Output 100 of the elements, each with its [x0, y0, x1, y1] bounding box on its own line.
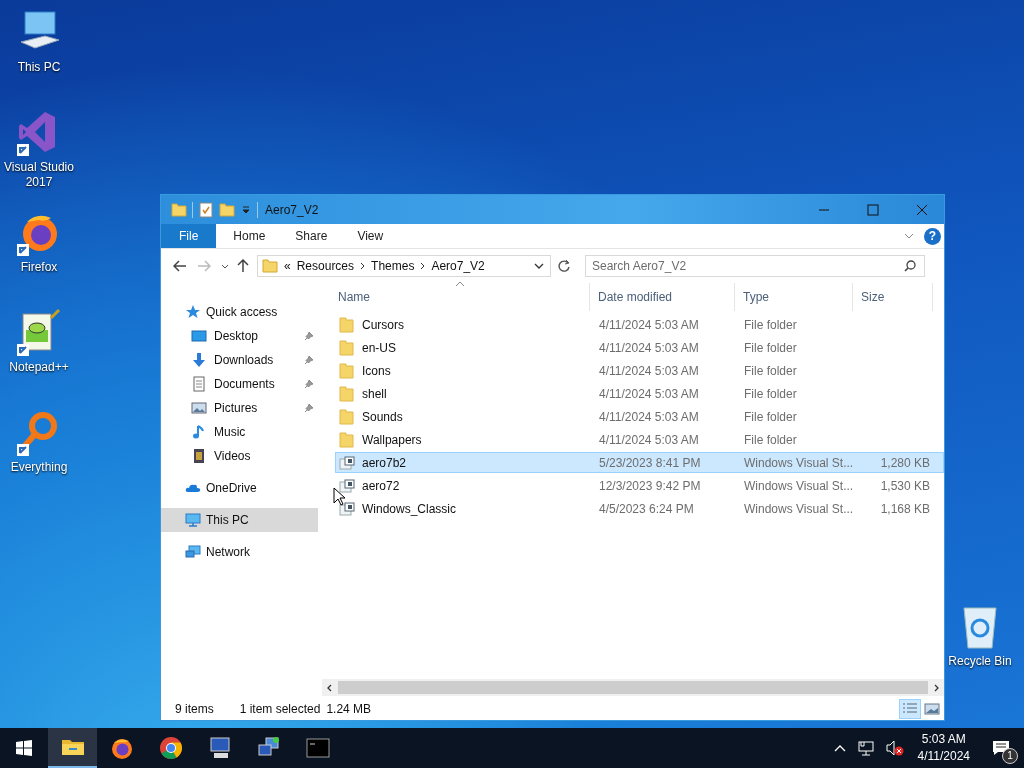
- ribbon-tab[interactable]: View: [342, 224, 399, 248]
- windows-logo-icon: [16, 740, 32, 756]
- size-cell-text: 1,280 KB: [879, 455, 931, 470]
- chevron-down-icon[interactable]: [221, 263, 229, 269]
- column-header[interactable]: Type: [735, 283, 853, 311]
- dropdown-arrow-icon[interactable]: [242, 205, 250, 214]
- folder-icon: [339, 431, 355, 448]
- nav-item[interactable]: Desktop: [161, 324, 318, 348]
- clock[interactable]: 5:03 AM 4/11/2024: [909, 728, 978, 768]
- folder-icon: [219, 201, 235, 218]
- breadcrumb[interactable]: Aero7_V2: [431, 259, 485, 273]
- music-note-icon: [191, 424, 207, 440]
- search-icon: [904, 260, 916, 272]
- back-arrow-icon[interactable]: [173, 260, 187, 272]
- maximize-icon[interactable]: [867, 203, 879, 216]
- column-header[interactable]: Size: [853, 283, 933, 311]
- file-row[interactable]: Icons 4/11/2024 5:03 AM File folder: [335, 360, 944, 381]
- document-icon: [191, 376, 207, 392]
- selection-info: 1 item selected: [239, 702, 321, 716]
- window-title: Aero7_V2: [265, 202, 319, 217]
- size-cell-text: 1,168 KB: [879, 501, 931, 516]
- nav-item[interactable]: Network: [161, 540, 318, 564]
- ribbon-tab[interactable]: Home: [218, 224, 281, 248]
- breadcrumb[interactable]: Resources: [296, 259, 355, 273]
- folder-icon: [262, 258, 278, 274]
- chevron-right-icon[interactable]: [360, 262, 366, 270]
- file-name: shell: [362, 386, 387, 401]
- file-row[interactable]: shell 4/11/2024 5:03 AM File folder: [335, 383, 944, 404]
- nav-item[interactable]: This PC: [161, 508, 318, 532]
- file-name: Cursors: [362, 317, 404, 332]
- muted-speaker-icon[interactable]: [885, 740, 904, 756]
- type-cell-text: File folder: [743, 386, 798, 401]
- fox-globe-icon: [109, 736, 134, 760]
- search-field[interactable]: Search Aero7_V2: [585, 255, 925, 277]
- network-icon[interactable]: [857, 740, 874, 756]
- desktop-shortcut[interactable]: Everything: [0, 402, 78, 502]
- ribbon-tab[interactable]: Share: [280, 224, 343, 248]
- scroll-left-icon[interactable]: [326, 683, 332, 692]
- file-row[interactable]: Cursors 4/11/2024 5:03 AM File folder: [335, 314, 944, 335]
- desktop-shortcut[interactable]: Firefox: [0, 202, 78, 302]
- desktop-shortcut[interactable]: Visual Studio 2017: [0, 102, 78, 202]
- file-row[interactable]: Windows_Classic 4/5/2023 6:24 PM Windows Visual St... 1,168 KB: [335, 498, 944, 519]
- size-cell-text: 1,530 KB: [879, 478, 931, 493]
- date-cell-text: 4/11/2024 5:03 AM: [598, 409, 700, 424]
- column-header[interactable]: Date modified: [590, 283, 735, 311]
- desktop-shortcut[interactable]: Recycle Bin: [946, 596, 1014, 672]
- type-cell-text: Windows Visual St...: [743, 501, 855, 516]
- file-tab[interactable]: File: [161, 224, 217, 248]
- desktop-shortcut[interactable]: Notepad++: [0, 302, 78, 402]
- refresh-icon[interactable]: [557, 259, 571, 273]
- chevron-down-icon[interactable]: [534, 263, 544, 269]
- breadcrumb[interactable]: Themes: [371, 259, 415, 273]
- date-cell-text: 4/11/2024 5:03 AM: [598, 363, 700, 378]
- clock-date: 4/11/2024: [917, 748, 970, 765]
- nav-item[interactable]: Pictures: [161, 396, 318, 420]
- properties-checkmark-icon: [198, 201, 214, 218]
- up-arrow-icon[interactable]: [237, 259, 249, 273]
- item-count: 9 items: [175, 702, 214, 716]
- taskbar-app-button[interactable]: [48, 728, 97, 768]
- column-header[interactable]: Name: [330, 283, 590, 311]
- date-cell-text: 4/11/2024 5:03 AM: [598, 432, 700, 447]
- file-row[interactable]: aero7b2 5/23/2023 8:41 PM Windows Visual St... 1,280 KB: [335, 452, 944, 473]
- notification-badge: 1: [1002, 748, 1018, 764]
- chevron-up-icon[interactable]: [833, 744, 846, 752]
- clock-time: 5:03 AM: [921, 731, 966, 748]
- date-cell-text: 4/11/2024 5:03 AM: [598, 317, 700, 332]
- file-name: Icons: [362, 363, 391, 378]
- theme-file-icon: [339, 454, 355, 471]
- file-row[interactable]: aero72 12/3/2023 9:42 PM Windows Visual St... 1,530 KB: [335, 475, 944, 496]
- help-button[interactable]: ?: [924, 227, 941, 245]
- film-icon: [191, 448, 207, 464]
- computer-icon: [207, 736, 232, 760]
- horizontal-scrollbar[interactable]: [322, 679, 944, 696]
- nav-item[interactable]: Videos: [161, 444, 318, 468]
- date-cell-text: 4/5/2023 6:24 PM: [598, 501, 695, 516]
- nav-item[interactable]: Downloads: [161, 348, 318, 372]
- folder-icon: [339, 316, 355, 333]
- file-name: aero72: [362, 478, 400, 493]
- close-icon[interactable]: [916, 203, 928, 216]
- chevron-right-icon[interactable]: [420, 262, 426, 270]
- file-row[interactable]: Sounds 4/11/2024 5:03 AM File folder: [335, 406, 944, 427]
- folder-icon: [339, 408, 355, 425]
- nav-item[interactable]: OneDrive: [161, 476, 318, 500]
- scroll-right-icon[interactable]: [934, 683, 940, 692]
- breadcrumb-overflow[interactable]: «: [284, 259, 291, 273]
- nav-item[interactable]: Music: [161, 420, 318, 444]
- file-row[interactable]: en-US 4/11/2024 5:03 AM File folder: [335, 337, 944, 358]
- date-cell-text: 5/23/2023 8:41 PM: [598, 455, 702, 470]
- nav-item[interactable]: Documents: [161, 372, 318, 396]
- file-name: Sounds: [362, 409, 403, 424]
- address-bar[interactable]: « Resources Themes Aero7_V2: [257, 255, 551, 277]
- file-row[interactable]: Wallpapers 4/11/2024 5:03 AM File folder: [335, 429, 944, 450]
- file-name: aero7b2: [362, 455, 407, 470]
- action-center-button[interactable]: 1: [978, 728, 1024, 768]
- date-cell-text: 4/11/2024 5:03 AM: [598, 386, 700, 401]
- type-cell-text: Windows Visual St...: [743, 478, 855, 493]
- file-name: Wallpapers: [362, 432, 422, 447]
- nav-item[interactable]: Quick access: [161, 300, 318, 324]
- desktop-shortcut[interactable]: This PC: [0, 2, 78, 102]
- file-name: en-US: [362, 340, 396, 355]
